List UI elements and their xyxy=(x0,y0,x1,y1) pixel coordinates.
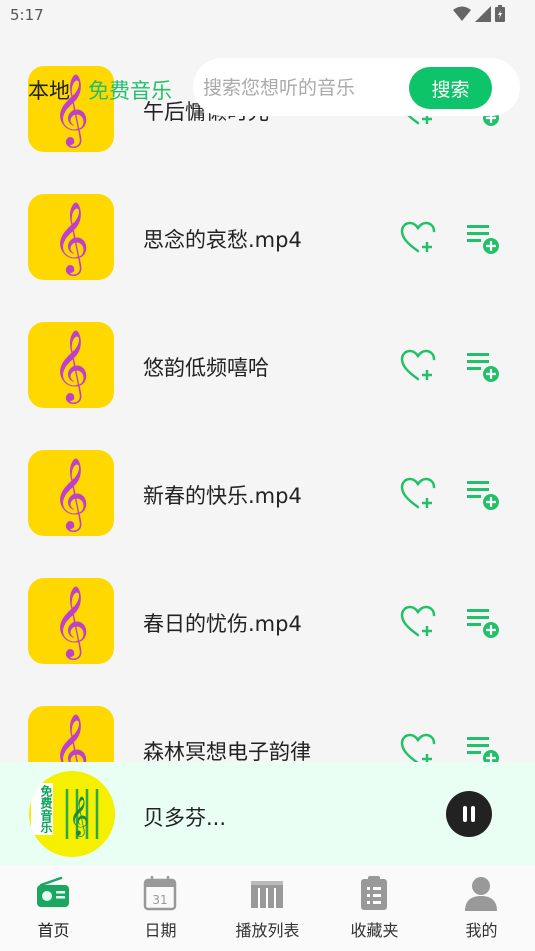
list-item[interactable]: 𝄞 新春的快乐.mp4 xyxy=(0,450,535,578)
library-icon xyxy=(251,881,283,908)
search-button[interactable]: 搜索 xyxy=(409,67,492,109)
list-item[interactable]: 𝄞 春日的忧伤.mp4 xyxy=(0,578,535,706)
list-item[interactable]: 𝄞 森林冥想电子韵律 xyxy=(0,706,535,765)
pause-icon xyxy=(463,806,475,822)
now-playing-title: 贝多芬... xyxy=(143,806,227,830)
calendar-icon: 31 xyxy=(143,876,177,911)
heart-add-icon[interactable] xyxy=(400,348,436,384)
mini-player[interactable]: 免费音乐 𝄞 贝多芬... xyxy=(0,762,535,865)
heart-add-icon[interactable] xyxy=(400,476,436,512)
nav-favorites[interactable]: 收藏夹 xyxy=(321,865,428,951)
nav-label: 播放列表 xyxy=(235,921,300,940)
bottom-nav: 首页 31 日期 播放列表 收藏夹 我的 xyxy=(0,865,535,951)
pause-button[interactable] xyxy=(446,791,492,837)
list-item[interactable]: 𝄞 悠韵低频嘻哈 xyxy=(0,322,535,450)
song-title: 悠韵低频嘻哈 xyxy=(143,356,269,380)
add-to-playlist-icon[interactable] xyxy=(464,604,500,640)
treble-clef-icon: 𝄞 xyxy=(28,322,114,408)
treble-clef-icon: 𝄞 xyxy=(28,578,114,664)
song-title: 思念的哀愁.mp4 xyxy=(143,228,302,252)
cover-logo-text: 免费音乐 xyxy=(31,783,53,835)
search-input[interactable] xyxy=(201,72,405,104)
heart-add-icon[interactable] xyxy=(400,732,436,765)
nav-home[interactable]: 首页 xyxy=(0,865,107,951)
nav-label: 我的 xyxy=(465,921,498,940)
treble-clef-icon: 𝄞 xyxy=(28,450,114,536)
nav-label: 日期 xyxy=(144,921,177,940)
treble-clef-icon: 𝄞 xyxy=(28,194,114,280)
add-to-playlist-icon[interactable] xyxy=(464,732,500,765)
album-cover: 免费音乐 𝄞 xyxy=(29,771,115,857)
nav-label: 首页 xyxy=(37,921,70,940)
svg-text:31: 31 xyxy=(152,893,167,907)
nav-label: 收藏夹 xyxy=(350,921,399,940)
search-box: 搜索 xyxy=(193,58,520,116)
song-title: 新春的快乐.mp4 xyxy=(143,484,302,508)
nav-date[interactable]: 31 日期 xyxy=(107,865,214,951)
treble-clef-icon: 𝄞 xyxy=(28,706,114,765)
clipboard-icon xyxy=(361,876,387,910)
music-staff-icon: 𝄞 xyxy=(65,789,99,839)
user-icon xyxy=(465,877,497,911)
song-title: 春日的忧伤.mp4 xyxy=(143,612,302,636)
nav-playlist[interactable]: 播放列表 xyxy=(214,865,321,951)
radio-icon xyxy=(37,876,69,907)
heart-add-icon[interactable] xyxy=(400,604,436,640)
list-item[interactable]: 𝄞 思念的哀愁.mp4 xyxy=(0,194,535,322)
tab-free-music[interactable]: 免费音乐 xyxy=(88,75,172,105)
heart-add-icon[interactable] xyxy=(400,220,436,256)
svg-text:𝄞: 𝄞 xyxy=(69,796,89,837)
nav-profile[interactable]: 我的 xyxy=(428,865,535,951)
song-title: 森林冥想电子韵律 xyxy=(143,740,311,764)
add-to-playlist-icon[interactable] xyxy=(464,476,500,512)
add-to-playlist-icon[interactable] xyxy=(464,348,500,384)
header: 本地 免费音乐 搜索 xyxy=(0,56,535,120)
tab-local[interactable]: 本地 xyxy=(28,75,70,105)
add-to-playlist-icon[interactable] xyxy=(464,220,500,256)
